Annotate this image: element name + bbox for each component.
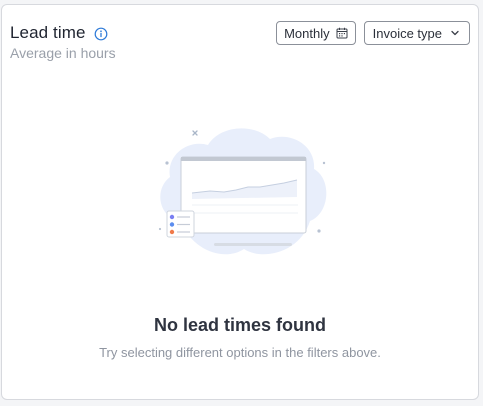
filter-bar: Monthly Invoice type [276,21,470,45]
empty-state-title: No lead times found [153,315,326,335]
info-circle-icon[interactable] [94,27,108,41]
empty-state-illustration [150,117,334,267]
invoice-type-filter-button[interactable]: Invoice type [363,21,470,45]
period-filter-label: Monthly [284,25,330,41]
card-subtitle: Average in hours [10,45,116,61]
lead-time-card: Lead time Average in hours Monthly Invoi… [1,4,479,400]
title-row: Lead time [10,22,116,44]
calendar-icon [336,27,348,39]
card-header: Lead time Average in hours [10,22,116,61]
period-filter-button[interactable]: Monthly [276,21,356,45]
card-title: Lead time [10,23,86,42]
empty-state-message: Try selecting different options in the f… [99,345,381,360]
invoice-type-filter-label: Invoice type [372,25,442,41]
chevron-down-icon [450,28,460,38]
